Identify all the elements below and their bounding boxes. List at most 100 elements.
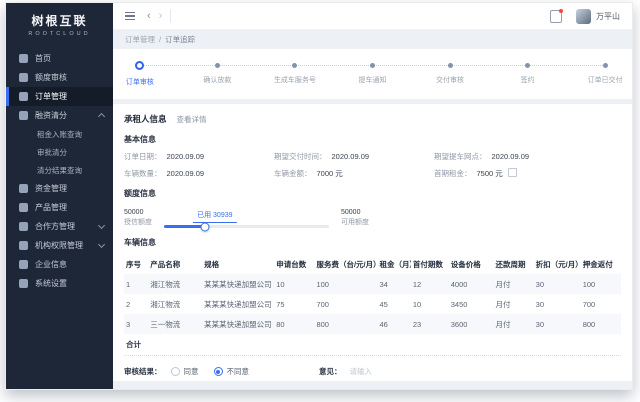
- field-label: 车辆数量：: [124, 169, 162, 178]
- table-cell: 800: [581, 314, 621, 334]
- field-value: 2020.09.09: [167, 169, 205, 178]
- audit-options: 同意 不同意: [171, 366, 265, 377]
- table-header-cell: 服务费（台/元/月）: [314, 255, 377, 274]
- table-header-row: 序号产品名称规格申请台数服务费（台/元/月）租金（月）首付期数设备价格还款周期折…: [124, 255, 621, 274]
- opinion-label: 意见：: [319, 366, 342, 377]
- sidebar-item[interactable]: 首页: [6, 49, 113, 68]
- step: 生成车服务号: [260, 60, 330, 85]
- quota-used-tooltip: 已用 30939: [193, 210, 236, 223]
- menu-icon: [19, 111, 28, 120]
- table-header-cell: 还款周期: [493, 255, 533, 274]
- basic-info-title: 基本信息: [124, 134, 621, 145]
- breadcrumb-separator: /: [159, 35, 161, 44]
- chevron-up-icon: [98, 113, 105, 120]
- field-value: 2020.09.09: [167, 152, 205, 161]
- table-cell: 100: [314, 274, 377, 294]
- menu-toggle-icon[interactable]: [125, 12, 135, 21]
- sidebar-item-label: 订单管理: [35, 91, 67, 102]
- slider-handle[interactable]: [201, 222, 210, 231]
- opinion-input[interactable]: [348, 366, 482, 377]
- radio-option[interactable]: 不同意: [214, 366, 250, 377]
- quota-row: 50000 授信额度 已用 30939 50000 可用额度: [124, 207, 621, 228]
- sidebar-item[interactable]: 企业信息: [6, 255, 113, 274]
- field-label: 期望提车网点：: [434, 152, 487, 161]
- table-header-cell: 规格: [202, 255, 274, 274]
- radio-option[interactable]: 同意: [171, 366, 199, 377]
- info-field: 车辆数量： 2020.09.09: [124, 168, 274, 179]
- step-dot: [525, 63, 530, 68]
- info-field: 首期租金：7500 元: [434, 168, 621, 179]
- sidebar-item[interactable]: 融资清分: [6, 106, 113, 125]
- breadcrumb-section[interactable]: 订单管理: [125, 34, 155, 45]
- sidebar-subitem[interactable]: 清分结果查询: [6, 161, 113, 179]
- table-header-cell: 序号: [124, 255, 148, 274]
- avatar[interactable]: [576, 9, 591, 24]
- step-dot: [603, 63, 608, 68]
- menu-icon: [19, 222, 28, 231]
- sidebar-item[interactable]: 机构权限管理: [6, 236, 113, 255]
- sidebar-item[interactable]: 额度审核: [6, 68, 113, 87]
- sidebar-item-label: 租金入账查询: [37, 129, 82, 140]
- audit-row: 审核结果： 同意不同意 意见：: [124, 366, 621, 377]
- table-cell: 46: [377, 314, 410, 334]
- table-cell: 80: [274, 314, 314, 334]
- step-label: 签约: [493, 75, 563, 85]
- sidebar-item-label: 审批清分: [37, 147, 67, 158]
- step: 交付审核: [415, 60, 485, 85]
- sidebar-item[interactable]: 产品管理: [6, 198, 113, 217]
- step: 确认放款: [182, 60, 252, 85]
- notification-icon[interactable]: [550, 10, 562, 23]
- menu-icon: [19, 92, 28, 101]
- table-cell: 800: [314, 314, 377, 334]
- sidebar-item-label: 额度审核: [35, 72, 67, 83]
- doc-icon[interactable]: [508, 168, 517, 177]
- chevron-down-icon: [98, 241, 105, 248]
- table-cell: 12: [411, 274, 449, 294]
- table-total-label: 合计: [124, 334, 621, 354]
- view-details-link[interactable]: 查看详情: [177, 114, 207, 125]
- sidebar-subitem[interactable]: 租金入账查询: [6, 125, 113, 143]
- table-header-cell: 折扣（元/月）: [534, 255, 581, 274]
- info-field: 车辆金额：7000 元: [274, 168, 434, 179]
- quota-left: 50000 授信额度: [124, 208, 152, 228]
- menu-icon: [19, 73, 28, 82]
- radio-icon[interactable]: [214, 367, 223, 376]
- radio-icon[interactable]: [171, 367, 180, 376]
- breadcrumb: 订单管理 / 订单追踪: [113, 30, 632, 49]
- back-icon[interactable]: ‹: [147, 11, 151, 22]
- sidebar-item[interactable]: 合作方管理: [6, 217, 113, 236]
- table-cell: 3: [124, 314, 148, 334]
- info-field: 期望提车网点：2020.09.09: [434, 151, 621, 162]
- sidebar-item[interactable]: 订单管理: [6, 87, 113, 106]
- step: 订单已交付: [570, 60, 633, 85]
- step-dot: [448, 63, 453, 68]
- table-cell: 34: [377, 274, 410, 294]
- table-cell: 30: [534, 314, 581, 334]
- sidebar-item[interactable]: 资金管理: [6, 179, 113, 198]
- step-label: 订单审核: [105, 77, 175, 87]
- quota-right-value: 50000: [341, 208, 369, 218]
- quota-left-label: 授信额度: [124, 218, 152, 228]
- step-label: 确认放款: [182, 75, 252, 85]
- forward-icon[interactable]: ›: [159, 11, 163, 22]
- table-cell: 某某某快递加盟公司: [202, 294, 274, 314]
- user-name[interactable]: 万平山: [596, 11, 620, 22]
- step-label: 提车通知: [338, 75, 408, 85]
- sidebar-item-label: 系统设置: [35, 278, 67, 289]
- field-label: 订单日期：: [124, 152, 162, 161]
- order-progress-card: 订单审核确认放款生成车服务号提车通知交付审核签约订单已交付: [113, 49, 632, 99]
- menu-icon: [19, 241, 28, 250]
- table-row: 3三一物流某某某快递加盟公司8080046233600月付30800: [124, 314, 621, 334]
- menu-icon: [19, 184, 28, 193]
- sidebar-subitem[interactable]: 审批清分: [6, 143, 113, 161]
- table-header-cell: 申请台数: [274, 255, 314, 274]
- field-label: 期望交付时间：: [274, 152, 327, 161]
- lessee-header: 承租人信息 查看详情: [124, 113, 621, 125]
- table-header-cell: 押金返付: [581, 255, 621, 274]
- sidebar-item[interactable]: 系统设置: [6, 274, 113, 293]
- table-cell: 700: [314, 294, 377, 314]
- info-field: 订单日期： 2020.09.09: [124, 151, 274, 162]
- step-dot: [215, 63, 220, 68]
- step-label: 生成车服务号: [260, 75, 330, 85]
- slider-track[interactable]: [164, 225, 329, 228]
